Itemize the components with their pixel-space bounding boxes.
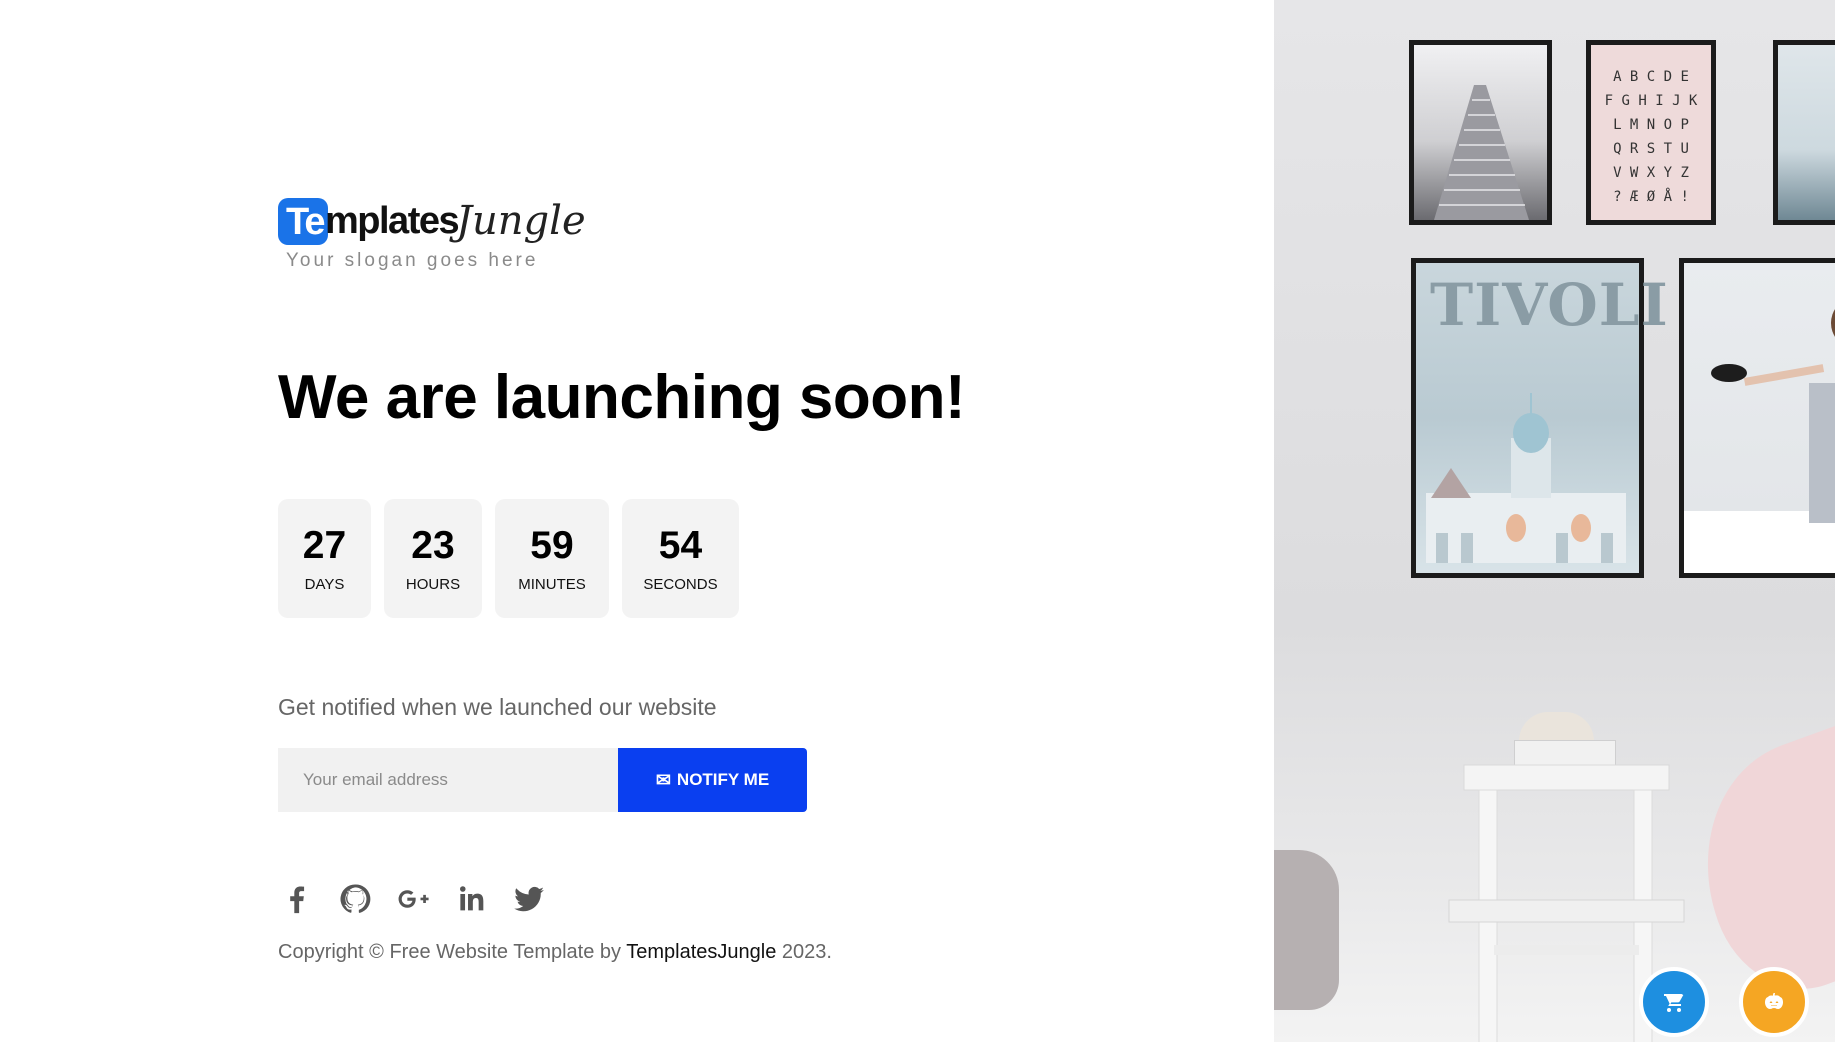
pumpkin-button[interactable] — [1739, 967, 1809, 1037]
teddy-bear — [1274, 850, 1339, 1010]
content-panel: Te mplates Jungle Your slogan goes here … — [0, 0, 1274, 1042]
photo-frame-pier — [1409, 40, 1552, 225]
notify-button[interactable]: ✉ NOTIFY ME — [618, 748, 807, 812]
countdown-value: 27 — [302, 524, 347, 567]
social-links — [278, 880, 548, 918]
countdown-days: 27 DAYS — [278, 499, 371, 618]
logo-text: mplates — [325, 200, 460, 242]
page-title: We are launching soon! — [278, 363, 966, 432]
photo-frame-girl — [1679, 258, 1835, 578]
pumpkin-icon — [1765, 993, 1783, 1009]
facebook-icon[interactable] — [278, 880, 316, 918]
countdown-minutes: 59 MINUTES — [495, 499, 609, 618]
countdown-label: HOURS — [405, 576, 461, 593]
cart-button[interactable] — [1639, 967, 1709, 1037]
countdown-value: 23 — [411, 524, 455, 567]
cart-icon — [1664, 994, 1684, 1012]
twitter-icon[interactable] — [510, 880, 548, 918]
logo-mark-text: Te — [286, 201, 326, 243]
envelope-icon: ✉ — [655, 769, 671, 790]
copyright-suffix: 2023. — [776, 941, 832, 963]
countdown-seconds: 54 SECONDS — [622, 499, 739, 618]
poster-row: V W X Y Z — [1613, 165, 1689, 181]
notify-text: Get notified when we launched our websit… — [278, 694, 717, 720]
hero-photo: A B C D E F G H I J K L M N O P Q R S T … — [1274, 0, 1835, 1042]
countdown: 27 DAYS 23 HOURS 59 MINUTES 54 SECONDS — [278, 499, 739, 618]
copyright: Copyright © Free Website Template by Tem… — [278, 941, 832, 964]
countdown-value: 54 — [658, 524, 703, 567]
poster-row: L M N O P — [1613, 117, 1689, 133]
photo-frame-alphabet: A B C D E F G H I J K L M N O P Q R S T … — [1586, 40, 1716, 225]
countdown-hours: 23 HOURS — [384, 499, 482, 618]
linkedin-icon[interactable] — [452, 880, 490, 918]
countdown-label: DAYS — [304, 576, 345, 593]
google-plus-icon[interactable] — [394, 880, 432, 918]
countdown-value: 59 — [530, 524, 574, 567]
subscribe-form: ✉ NOTIFY ME — [278, 748, 807, 812]
github-icon[interactable] — [336, 880, 374, 918]
email-input[interactable] — [278, 748, 618, 812]
logo-mark: Te — [278, 198, 328, 245]
logo[interactable]: Te mplates Jungle Your slogan goes here — [278, 198, 586, 278]
poster-row: F G H I J K — [1604, 93, 1698, 109]
logo-slogan: Your slogan goes here — [286, 250, 539, 271]
logo-script: Jungle — [456, 198, 586, 244]
photo-frame-sea — [1773, 40, 1835, 225]
poster-row: A B C D E — [1613, 69, 1689, 85]
brand-link[interactable]: TemplatesJungle — [626, 941, 776, 963]
poster-row: Q R S T U — [1613, 141, 1689, 157]
countdown-label: SECONDS — [643, 576, 718, 593]
poster-row: ? Æ Ø Å ! — [1613, 189, 1689, 205]
notify-button-label: NOTIFY ME — [676, 770, 770, 789]
countdown-label: MINUTES — [518, 576, 586, 593]
copyright-prefix: Copyright © Free Website Template by — [278, 941, 627, 963]
photo-frame-tivoli: TIVOLI — [1411, 258, 1668, 578]
